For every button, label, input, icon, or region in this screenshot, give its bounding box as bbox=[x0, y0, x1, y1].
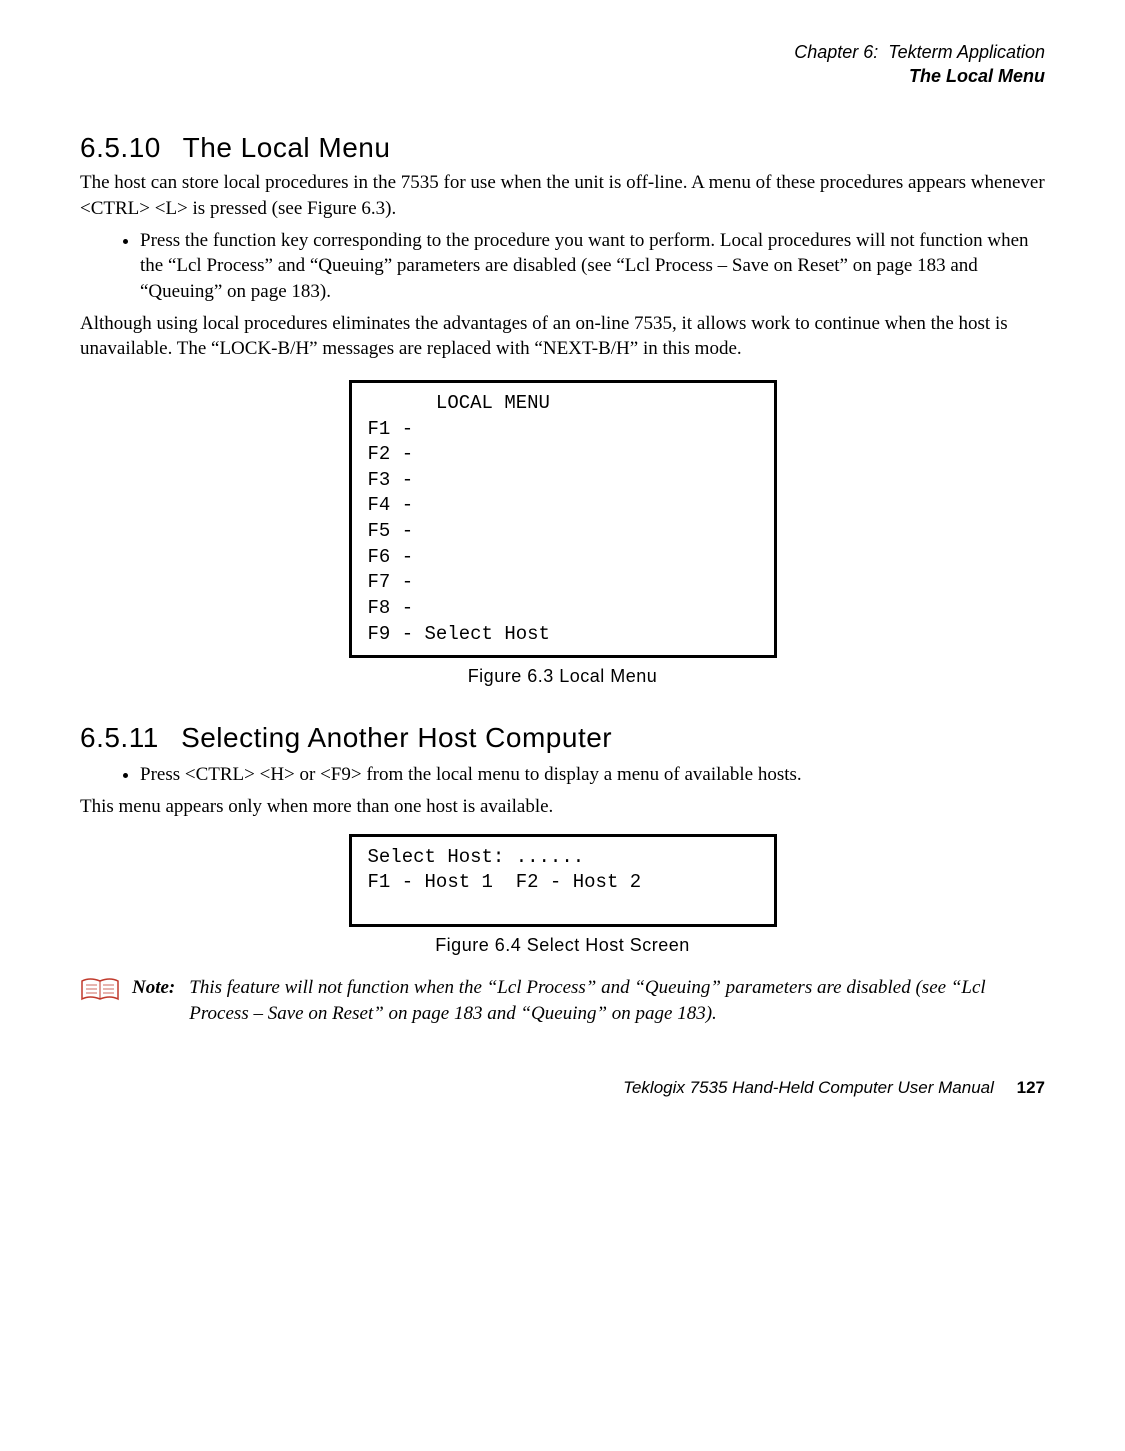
bullet-item: Press <CTRL> <H> or <F9> from the local … bbox=[140, 762, 1045, 788]
bullet-list: Press <CTRL> <H> or <F9> from the local … bbox=[140, 762, 1045, 788]
local-menu-title: LOCAL MENU bbox=[368, 392, 550, 414]
paragraph: Although using local procedures eliminat… bbox=[80, 311, 1045, 362]
chapter-title: Chapter 6: Tekterm Application bbox=[80, 40, 1045, 64]
local-menu-box: LOCAL MENU F1 - F2 - F3 - F4 - F5 - F6 -… bbox=[349, 380, 777, 658]
chapter-subtitle: The Local Menu bbox=[80, 64, 1045, 88]
select-host-box: Select Host: ...... F1 - Host 1 F2 - Hos… bbox=[349, 834, 777, 927]
manual-title: Teklogix 7535 Hand-Held Computer User Ma… bbox=[623, 1078, 994, 1097]
section-6-5-11-heading: 6.5.11 Selecting Another Host Computer bbox=[80, 719, 1045, 757]
local-menu-lines: F1 - F2 - F3 - F4 - F5 - F6 - F7 - F8 - … bbox=[368, 418, 550, 645]
note-block: Note: This feature will not function whe… bbox=[80, 975, 1045, 1026]
select-host-lines: Select Host: ...... F1 - Host 1 F2 - Hos… bbox=[368, 846, 642, 894]
section-number: 6.5.11 bbox=[80, 722, 159, 753]
page-number: 127 bbox=[1017, 1078, 1045, 1097]
bullet-item: Press the function key corresponding to … bbox=[140, 228, 1045, 305]
bullet-list: Press the function key corresponding to … bbox=[140, 228, 1045, 305]
section-6-5-10-heading: 6.5.10 The Local Menu bbox=[80, 129, 1045, 167]
section-title: The Local Menu bbox=[183, 132, 391, 163]
page-header: Chapter 6: Tekterm Application The Local… bbox=[80, 40, 1045, 89]
book-icon bbox=[80, 975, 120, 1005]
note-text: This feature will not function when the … bbox=[189, 975, 1045, 1026]
figure-caption-6-3: Figure 6.3 Local Menu bbox=[80, 664, 1045, 688]
section-title: Selecting Another Host Computer bbox=[181, 722, 612, 753]
figure-caption-6-4: Figure 6.4 Select Host Screen bbox=[80, 933, 1045, 957]
section-number: 6.5.10 bbox=[80, 132, 161, 163]
paragraph: This menu appears only when more than on… bbox=[80, 794, 1045, 820]
note-label: Note: bbox=[132, 975, 175, 1001]
paragraph: The host can store local procedures in t… bbox=[80, 170, 1045, 221]
page-footer: Teklogix 7535 Hand-Held Computer User Ma… bbox=[80, 1077, 1045, 1100]
